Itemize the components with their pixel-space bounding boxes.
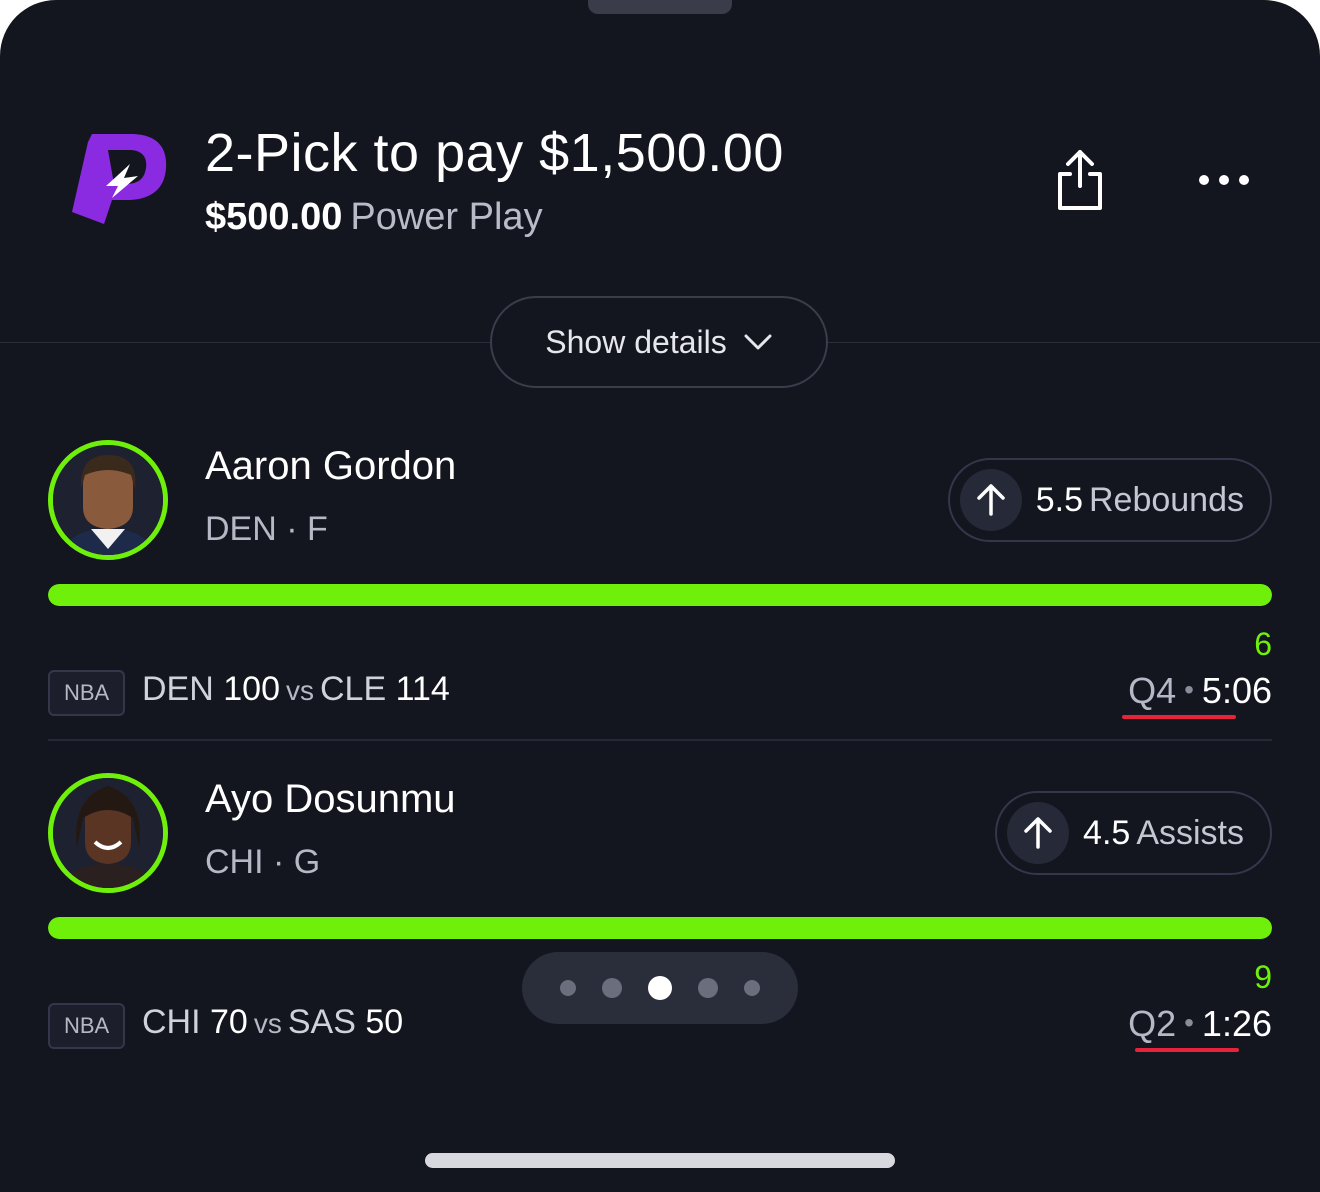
game-clock: Q4 • 5:06: [1128, 670, 1272, 712]
team2-score: 114: [395, 670, 450, 708]
arrow-up-icon: [959, 469, 1022, 531]
player-team-position: CHI · G: [205, 843, 321, 881]
game-score: DEN 100 vs CLE 114: [142, 670, 450, 709]
stat-line-text: 5.5 Rebounds: [1036, 481, 1244, 520]
arrow-up-icon: [1007, 802, 1070, 864]
prizepicks-logo-icon: [68, 128, 172, 228]
player-name: Ayo Dosunmu: [205, 777, 456, 821]
game-score: CHI 70 vs SAS 50: [142, 1003, 403, 1042]
team1-abbr: CHI: [142, 1003, 201, 1041]
separator-dot: •: [1184, 1007, 1194, 1038]
home-indicator[interactable]: [425, 1153, 895, 1168]
team2-abbr: SAS: [287, 1003, 356, 1041]
league-badge: NBA: [48, 670, 126, 716]
page-indicator[interactable]: [522, 952, 798, 1024]
player-avatar: [48, 440, 168, 560]
stat-actual-value: 9: [1254, 959, 1272, 995]
game-time: 5:06: [1201, 670, 1272, 711]
player-team-position: DEN · F: [205, 510, 328, 548]
player-name: Aaron Gordon: [205, 444, 457, 488]
stat-progress-bar: [48, 917, 1272, 939]
stat-category: Assists: [1136, 813, 1244, 852]
stat-actual-value: 6: [1254, 626, 1272, 662]
live-underline: [1135, 1048, 1239, 1052]
game-quarter: Q2: [1128, 1003, 1177, 1044]
more-icon[interactable]: [1196, 170, 1252, 190]
game-time: 1:26: [1201, 1003, 1272, 1044]
league-badge: NBA: [48, 1003, 126, 1049]
stat-progress-fill: [48, 584, 1272, 606]
team2-abbr: CLE: [319, 670, 387, 708]
stat-line-value: 5.5: [1035, 480, 1083, 519]
stat-category: Rebounds: [1088, 480, 1244, 519]
live-underline: [1122, 715, 1236, 719]
show-details-label: Show details: [545, 323, 727, 360]
page-dot-active[interactable]: [648, 976, 672, 1000]
vs-label: vs: [285, 675, 314, 706]
game-quarter: Q4: [1128, 670, 1177, 711]
stat-line-pill[interactable]: 4.5 Assists: [995, 791, 1272, 875]
entry-sheet: 2-Pick to pay $1,500.00 $500.00 Power Pla…: [0, 0, 1320, 1192]
page-dot[interactable]: [698, 978, 718, 998]
entry-title: 2-Pick to pay $1,500.00: [205, 123, 784, 183]
share-icon[interactable]: [1052, 148, 1108, 212]
team1-abbr: DEN: [142, 670, 214, 708]
sheet-grabber[interactable]: [588, 0, 732, 14]
player-avatar: [48, 773, 168, 893]
entry-subtitle: $500.00 Power Play: [205, 196, 543, 239]
stat-line-value: 4.5: [1083, 813, 1131, 852]
stat-line-pill[interactable]: 5.5 Rebounds: [947, 458, 1272, 542]
stat-progress-fill: [48, 917, 1272, 939]
team1-score: 70: [210, 1003, 248, 1041]
vs-label: vs: [253, 1008, 282, 1039]
pick-separator: [48, 739, 1272, 741]
show-details-button[interactable]: Show details: [490, 296, 828, 388]
entry-amount: $500.00: [205, 196, 343, 238]
team1-score: 100: [223, 670, 280, 708]
stat-line-text: 4.5 Assists: [1083, 814, 1244, 853]
page-dot[interactable]: [602, 978, 622, 998]
chevron-down-icon: [744, 334, 772, 350]
stat-progress-bar: [48, 584, 1272, 606]
play-type: Power Play: [350, 196, 543, 238]
page-dot[interactable]: [560, 980, 576, 996]
team2-score: 50: [365, 1003, 404, 1041]
separator-dot: •: [1184, 674, 1194, 705]
game-clock: Q2 • 1:26: [1128, 1003, 1272, 1045]
page-dot[interactable]: [744, 980, 760, 996]
